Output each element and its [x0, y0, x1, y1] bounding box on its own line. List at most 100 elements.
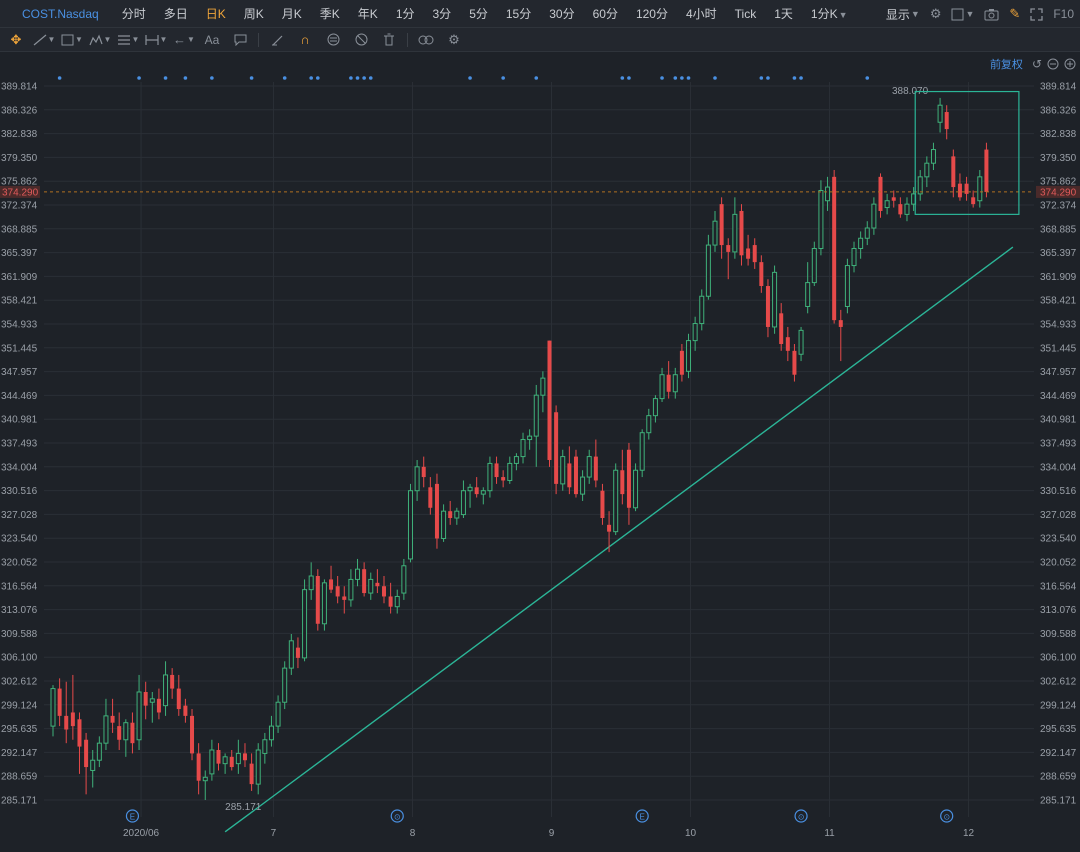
candle-body-up: [401, 565, 407, 594]
arrow-icon[interactable]: ← ▼: [170, 28, 198, 52]
chevron-down-icon: ▼: [838, 10, 848, 20]
settings-icon[interactable]: ⚙: [440, 28, 468, 52]
candle-body-down: [898, 204, 903, 215]
rect-icon[interactable]: ▼: [58, 28, 86, 52]
candle[interactable]: [844, 258, 850, 314]
period-tab[interactable]: 年K: [349, 5, 387, 22]
hide-icon[interactable]: [347, 28, 375, 52]
candle[interactable]: [984, 142, 989, 198]
pencil-icon[interactable]: ✎: [1009, 6, 1020, 22]
candle[interactable]: [613, 463, 619, 536]
event-dot: [799, 76, 803, 80]
candle[interactable]: [811, 241, 817, 287]
candle[interactable]: [686, 333, 692, 379]
candle[interactable]: [407, 483, 413, 563]
candle[interactable]: [772, 265, 778, 334]
move-icon[interactable]: ✥: [2, 28, 30, 52]
period-tab[interactable]: 月K: [273, 5, 311, 22]
event-dot: [349, 76, 353, 80]
y-tick-label-right: 372.374: [1040, 200, 1077, 211]
y-tick-label-left: 368.885: [1, 224, 38, 235]
period-tab[interactable]: 多日: [155, 5, 197, 22]
period-tab[interactable]: 日K: [197, 5, 235, 22]
y-tick-label-left: 302.612: [1, 676, 38, 687]
candle[interactable]: [315, 569, 320, 631]
candle-body-up: [275, 701, 281, 727]
period-tab[interactable]: Tick: [726, 7, 766, 21]
fullscreen-icon[interactable]: [1030, 7, 1043, 21]
link-icon[interactable]: [412, 28, 440, 52]
candle[interactable]: [832, 170, 837, 324]
period-tab[interactable]: 60分: [584, 5, 627, 22]
candle[interactable]: [302, 579, 308, 662]
period-tab[interactable]: 5分: [460, 5, 497, 22]
periods-container: 分时 多日 日K 周K 月K 季K 年K 1分 3分 5分 15分 30分 60分 120分 4小时 Tick…: [113, 5, 802, 22]
layout-icon[interactable]: ▼: [951, 8, 974, 21]
candle-body-up: [772, 271, 778, 328]
period-tab[interactable]: 3分: [424, 5, 461, 22]
candle[interactable]: [547, 340, 552, 467]
pattern-icon[interactable]: ▼: [86, 28, 114, 52]
period-tab[interactable]: 周K: [235, 5, 273, 22]
text-icon[interactable]: Aa: [198, 28, 226, 52]
candle[interactable]: [633, 463, 639, 512]
comment-icon[interactable]: [226, 28, 254, 52]
reset-icon[interactable]: ↺: [1032, 57, 1042, 71]
zoom-in-icon[interactable]: [1064, 58, 1076, 70]
gear-icon[interactable]: ⚙: [930, 6, 942, 22]
candle-body-down: [600, 490, 605, 519]
candle-body-down: [315, 576, 320, 624]
display-menu[interactable]: 显示 ▼: [886, 6, 920, 23]
candle-body-up: [639, 432, 645, 471]
zoom-out-icon[interactable]: [1047, 58, 1059, 70]
period-tab[interactable]: 120分: [627, 5, 677, 22]
lock-icon[interactable]: [319, 28, 347, 52]
f10-button[interactable]: F10: [1053, 7, 1074, 21]
parallel-icon[interactable]: ▼: [114, 28, 142, 52]
trash-icon[interactable]: [375, 28, 403, 52]
pen-svg: [271, 35, 282, 45]
period-tab[interactable]: 1分: [387, 5, 424, 22]
y-tick-label-left: 288.659: [1, 772, 38, 783]
candle-body-down: [474, 487, 479, 495]
candle-body-up: [937, 104, 943, 123]
candle[interactable]: [282, 661, 288, 710]
candlestick-chart[interactable]: E ⊙ E ⊙ ⊙374.290 374.290388.070285.171 389.81…: [0, 52, 1080, 852]
price-adjust-button[interactable]: 前复权: [990, 56, 1023, 72]
y-tick-label-left: 320.052: [1, 558, 38, 569]
current-price-label-right: 374.290: [1040, 187, 1077, 198]
y-tick-label-right: 299.124: [1040, 700, 1077, 711]
candle-body-up: [454, 510, 460, 519]
candle-body-down: [295, 647, 300, 658]
candle-body-down: [759, 262, 764, 287]
candle[interactable]: [434, 473, 439, 549]
candle-body-down: [434, 483, 439, 539]
trend-line-icon[interactable]: ▼: [30, 28, 58, 52]
magnet-icon[interactable]: ∩: [291, 28, 319, 52]
period-tab[interactable]: 30分: [540, 5, 583, 22]
period-tab[interactable]: 分时: [113, 5, 155, 22]
candle[interactable]: [321, 579, 327, 631]
candle[interactable]: [554, 405, 559, 495]
period-tab[interactable]: 4小时: [677, 5, 726, 22]
period-tab[interactable]: 季K: [311, 5, 349, 22]
camera-icon[interactable]: [984, 8, 999, 21]
candle-body-down: [752, 245, 757, 263]
event-dot: [163, 76, 168, 80]
camera-icon-svg: [984, 8, 999, 20]
candle-body-down: [984, 149, 989, 192]
candle[interactable]: [190, 709, 195, 761]
candle-body-up: [163, 674, 169, 707]
period-tab[interactable]: 15分: [497, 5, 540, 22]
measure-icon[interactable]: ▼: [142, 28, 170, 52]
y-tick-label-left: 375.862: [1, 177, 38, 188]
period-1min-k[interactable]: 1分K▼: [802, 5, 857, 22]
pen-icon[interactable]: [263, 28, 291, 52]
candle-body-up: [699, 295, 705, 325]
candle[interactable]: [639, 429, 645, 478]
period-tab[interactable]: 1天: [765, 5, 802, 22]
candle-body-up: [917, 176, 923, 195]
event-dot: [686, 76, 691, 80]
symbol-label[interactable]: COST.Nasdaq: [22, 7, 99, 21]
candle[interactable]: [573, 449, 578, 498]
